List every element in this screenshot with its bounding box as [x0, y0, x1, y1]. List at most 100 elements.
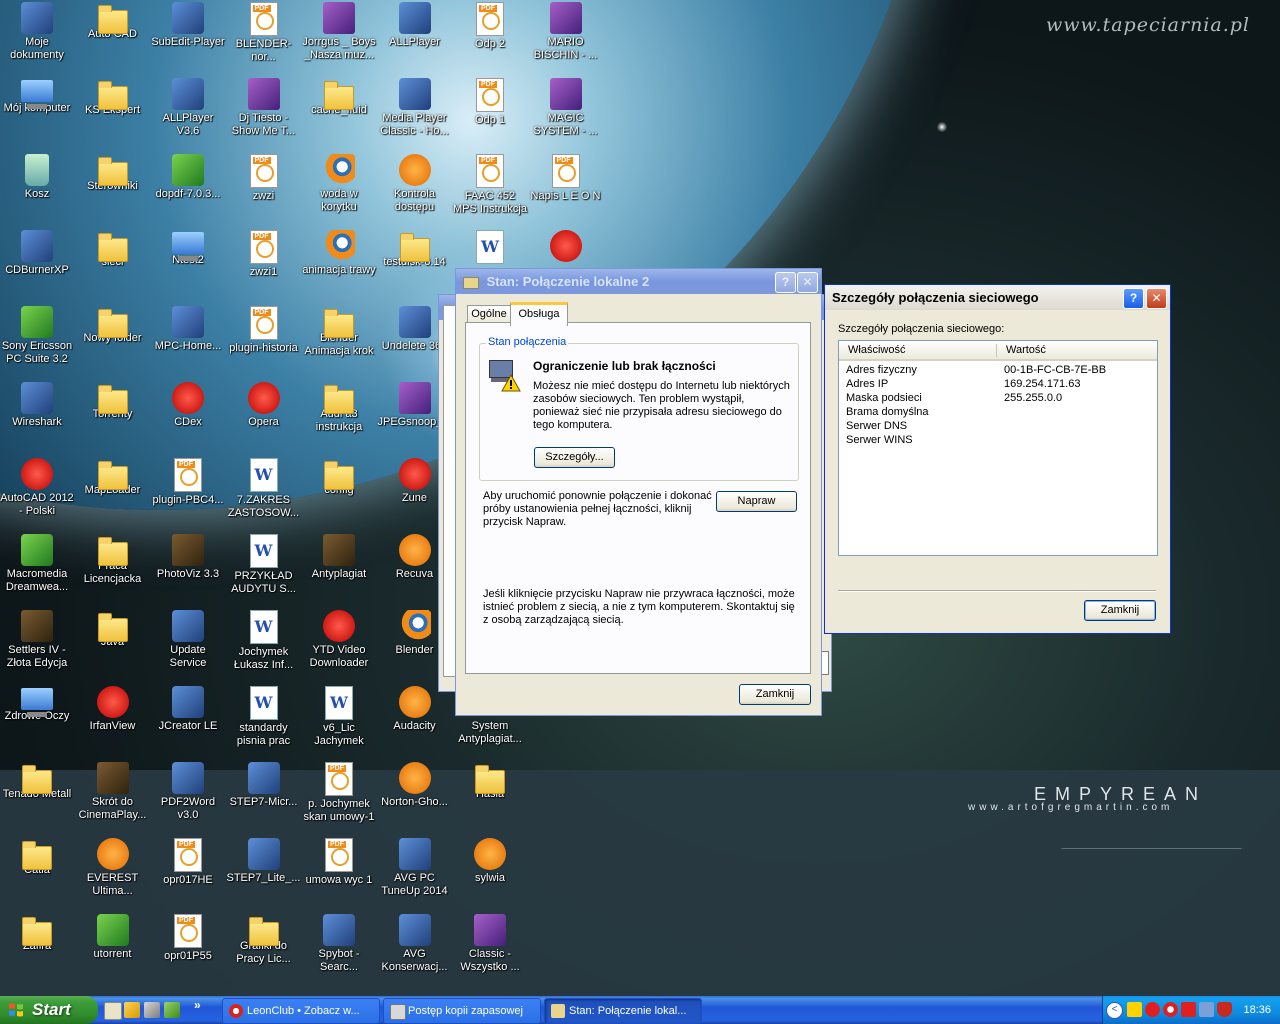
desktop-icon[interactable]: sylwia — [453, 836, 527, 910]
desktop-icon[interactable]: dopdf-7.0.3... — [151, 152, 225, 226]
desktop-icon[interactable]: opr01P55 — [151, 912, 225, 986]
desktop-icon[interactable]: MAGIC SYSTEM - ... — [529, 76, 603, 150]
desktop-icon[interactable]: zwzi — [227, 152, 301, 226]
desktop-icon[interactable]: CDBurnerXP — [0, 228, 74, 302]
desktop-icon[interactable]: Auto CAD — [76, 0, 150, 74]
column-header-property[interactable]: Właściwość — [848, 344, 905, 356]
status-close-button[interactable]: Zamknij — [739, 684, 811, 705]
desktop-icon[interactable]: AVG PC TuneUp 2014 — [378, 836, 452, 910]
desktop-icon[interactable]: Macromedia Dreamwea... — [0, 532, 74, 606]
desktop-icon[interactable]: Jochymek Łukasz Inf... — [227, 608, 301, 682]
desktop-icon[interactable]: Torrenty — [76, 380, 150, 454]
desktop-icon[interactable]: Sony Ericsson PC Suite 3.2 — [0, 304, 74, 378]
quick-launch-app-icon[interactable] — [144, 1002, 160, 1018]
desktop-icon[interactable]: animacja trawy — [302, 228, 376, 302]
taskbar-button-opera[interactable]: LeonClub • Zobacz w... — [222, 998, 380, 1024]
desktop-icon[interactable]: utorrent — [76, 912, 150, 986]
desktop-icon[interactable]: Tenado Metall — [0, 760, 74, 834]
desktop-icon[interactable]: FAAC 452 MPS Instrukcja — [453, 152, 527, 226]
desktop-icon[interactable]: Spybot - Searc... — [302, 912, 376, 986]
desktop-icon[interactable]: Blender Animacja krok — [302, 304, 376, 378]
column-header-value[interactable]: Wartość — [1006, 344, 1046, 356]
desktop-icon[interactable]: CDex — [151, 380, 225, 454]
desktop-icon[interactable]: 7.ZAKRES ZASTOSOW... — [227, 456, 301, 530]
desktop-icon[interactable]: Jorrgus _ Boys _Nasza muz... — [302, 0, 376, 74]
listview-row[interactable]: Adres fizyczny 00-1B-FC-CB-7E-BB — [839, 363, 1157, 377]
quick-launch-triangle-icon[interactable] — [124, 1002, 140, 1018]
desktop-icon[interactable]: Norton-Gho... — [378, 760, 452, 834]
desktop-icon[interactable]: zwzi1 — [227, 228, 301, 302]
desktop-icon[interactable]: Update Service — [151, 608, 225, 682]
desktop-icon[interactable]: BLENDER-nor... — [227, 0, 301, 74]
desktop-icon[interactable]: JCreator LE — [151, 684, 225, 758]
desktop-icon[interactable]: Media Player Classic - Ho... — [378, 76, 452, 150]
desktop-icon[interactable]: MapLoader — [76, 456, 150, 530]
desktop-icon[interactable]: Audacity — [378, 684, 452, 758]
listview-row[interactable]: Adres IP 169.254.171.63 — [839, 377, 1157, 391]
desktop-icon[interactable]: Praca Licencjacka — [76, 532, 150, 606]
desktop-icon[interactable]: PhotoViz 3.3 — [151, 532, 225, 606]
desktop-icon[interactable]: IrfanView — [76, 684, 150, 758]
taskbar-button-network-status[interactable]: Stan: Połączenie lokal... — [544, 998, 702, 1024]
desktop-icon[interactable]: Audi a3 instrukcja — [302, 380, 376, 454]
desktop-icon[interactable]: Ntest2 — [151, 228, 225, 302]
status-window-titlebar[interactable]: Stan: Połączenie lokalne 2 — [456, 269, 821, 294]
desktop-icon[interactable]: woda w korytku — [302, 152, 376, 226]
desktop-icon[interactable]: Opera — [227, 380, 301, 454]
details-close-x-button[interactable]: ✕ — [1146, 288, 1167, 309]
tray-warning-icon[interactable] — [1127, 1002, 1142, 1017]
desktop-icon[interactable]: Skrót do CinemaPlay... — [76, 760, 150, 834]
desktop-icon[interactable]: Grafiki do Pracy Lic... — [227, 912, 301, 986]
quick-launch-more-button[interactable]: » — [194, 998, 201, 1012]
desktop-icon[interactable]: Antyplagiat — [302, 532, 376, 606]
tray-opera-icon[interactable] — [1163, 1002, 1178, 1017]
desktop-icon[interactable]: Catia — [0, 836, 74, 910]
repair-button[interactable]: Napraw — [716, 491, 797, 512]
quick-launch-network-icon[interactable] — [164, 1002, 180, 1018]
desktop-icon[interactable]: EVEREST Ultima... — [76, 836, 150, 910]
desktop-icon[interactable]: YTD Video Downloader — [302, 608, 376, 682]
desktop-icon[interactable]: Hasła — [453, 760, 527, 834]
tray-stop-icon[interactable] — [1145, 1002, 1160, 1017]
desktop-icon[interactable]: Kosz — [0, 152, 74, 226]
desktop-icon[interactable]: plugin-PBC4... — [151, 456, 225, 530]
listview-row[interactable]: Maska podsieci 255.255.0.0 — [839, 391, 1157, 405]
quick-launch-notepad-icon[interactable] — [104, 1002, 122, 1020]
desktop-icon[interactable]: Nowy folder — [76, 304, 150, 378]
desktop-icon[interactable]: config — [302, 456, 376, 530]
desktop-icon[interactable]: Moje dokumenty — [0, 0, 74, 74]
details-close-button[interactable]: Zamknij — [1084, 600, 1156, 621]
desktop-icon[interactable]: ALLPlayer V3.6 — [151, 76, 225, 150]
taskbar-button-backup[interactable]: Postęp kopii zapasowej — [383, 998, 541, 1024]
desktop-icon[interactable]: Kontrola dostępu — [378, 152, 452, 226]
desktop-icon[interactable]: SubEdit-Player — [151, 0, 225, 74]
connection-status-window[interactable]: Stan: Połączenie lokalne 2 ? ✕ Ogólne Ob… — [455, 268, 822, 716]
tray-collapse-button[interactable]: < — [1106, 1002, 1123, 1019]
desktop-icon[interactable]: Napis L E O N — [529, 152, 603, 226]
listview-row[interactable]: Brama domyślna — [839, 405, 1157, 419]
desktop-icon[interactable]: testdisk-6.14 — [378, 228, 452, 302]
listview-row[interactable]: Serwer WINS — [839, 433, 1157, 447]
details-window-titlebar[interactable]: Szczegóły połączenia sieciowego — [825, 285, 1170, 310]
desktop-icon[interactable]: Zdrowe Oczy — [0, 684, 74, 758]
tray-network-icon[interactable] — [1199, 1002, 1214, 1017]
desktop-icon[interactable]: KS Ekspert — [76, 76, 150, 150]
status-close-x-button[interactable]: ✕ — [797, 272, 818, 293]
desktop-icon[interactable]: plugin-historia — [227, 304, 301, 378]
desktop-icon[interactable]: AutoCAD 2012 - Polski — [0, 456, 74, 530]
desktop-icon[interactable]: PRZYKŁAD AUDYTU S... — [227, 532, 301, 606]
desktop-icon[interactable]: standardy pisnia prac — [227, 684, 301, 758]
desktop-icon[interactable]: Mój komputer — [0, 76, 74, 150]
details-button[interactable]: Szczegóły... — [534, 447, 615, 468]
desktop-icon[interactable]: STEP7_Lite_... — [227, 836, 301, 910]
start-button[interactable]: Start — [0, 996, 98, 1024]
desktop-icon[interactable]: ALLPlayer — [378, 0, 452, 74]
desktop-icon[interactable]: Sterowniki — [76, 152, 150, 226]
desktop-icon[interactable]: Odp 1 — [453, 76, 527, 150]
details-help-button[interactable]: ? — [1123, 288, 1144, 309]
tray-play-icon[interactable] — [1181, 1002, 1196, 1017]
network-details-window[interactable]: Szczegóły połączenia sieciowego ? ✕ Szcz… — [824, 284, 1171, 634]
desktop-icon[interactable]: v6_Lic Jachymek — [302, 684, 376, 758]
desktop-icon[interactable]: opr017HE — [151, 836, 225, 910]
desktop-icon[interactable]: Classic - Wszystko ... — [453, 912, 527, 986]
